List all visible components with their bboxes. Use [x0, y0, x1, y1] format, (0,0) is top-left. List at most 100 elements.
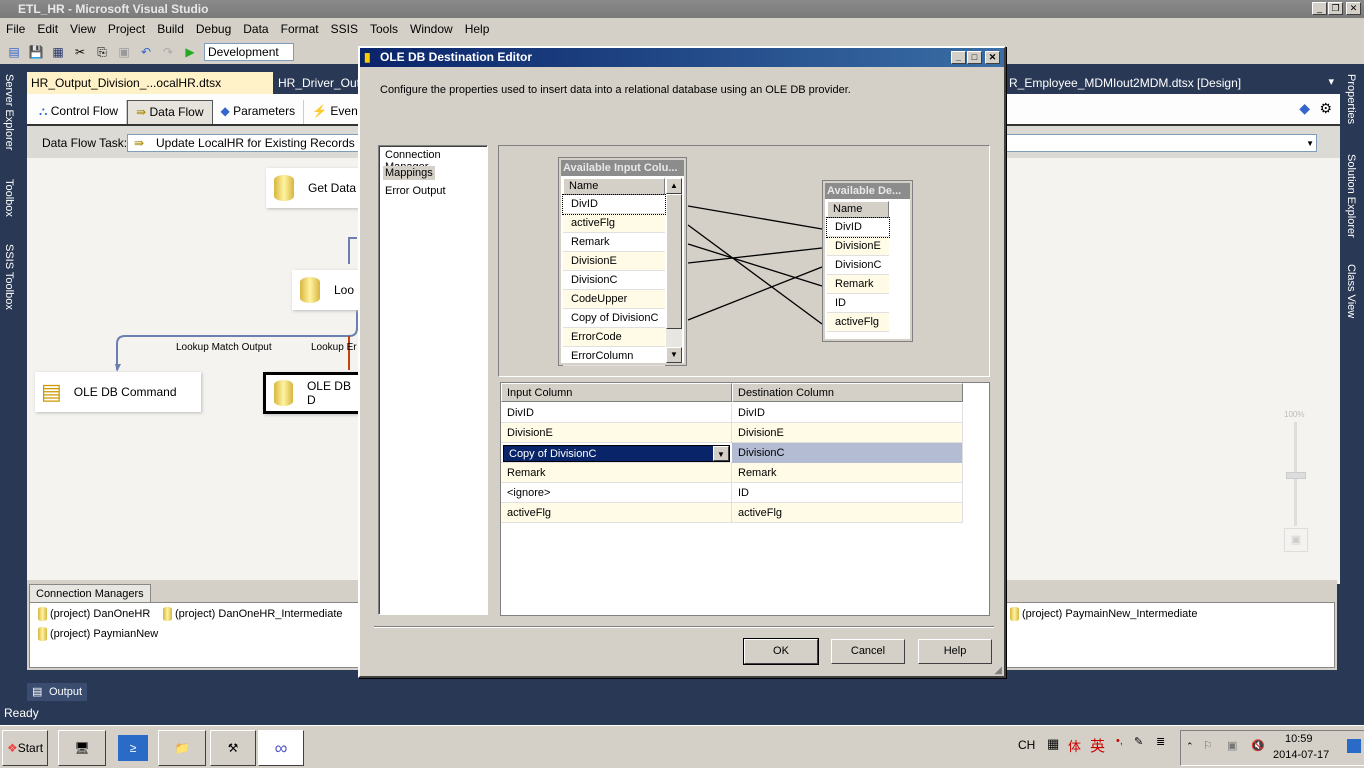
ime-menu-icon[interactable]: ≣: [1156, 735, 1165, 748]
input-column-item[interactable]: DivID: [562, 194, 666, 215]
input-column-cell[interactable]: activeFlg: [501, 503, 732, 523]
undo-icon[interactable]: ↶: [138, 44, 154, 60]
lookup-match-path[interactable]: [116, 303, 358, 370]
menu-window[interactable]: Window: [404, 22, 459, 36]
destination-column-item[interactable]: DivID: [826, 217, 890, 238]
chevron-down-icon[interactable]: ▼: [713, 446, 729, 461]
solution-explorer-tab[interactable]: Solution Explorer: [1345, 154, 1357, 238]
tab-data-flow[interactable]: ⇛ Data Flow: [127, 100, 213, 124]
destination-column-item[interactable]: activeFlg: [827, 313, 889, 332]
tab-parameters[interactable]: ◆ Parameters: [213, 100, 305, 124]
node-ole-db-destination[interactable]: OLE DB D: [263, 372, 363, 414]
destination-column-cell[interactable]: DivisionC: [732, 443, 963, 463]
cancel-button[interactable]: Cancel: [831, 639, 905, 664]
connection-item[interactable]: (project) DanOneHR: [38, 607, 150, 621]
start-icon[interactable]: ▶: [182, 44, 198, 60]
scroll-down-icon[interactable]: ▼: [666, 347, 682, 363]
mapping-row[interactable]: DivID DivID: [501, 403, 963, 423]
server-explorer-tab[interactable]: Server Explorer: [3, 74, 15, 150]
ime-english-toggle[interactable]: 英: [1090, 735, 1105, 756]
minimize-button[interactable]: _: [1312, 2, 1327, 15]
input-column-item[interactable]: DivisionC: [563, 271, 665, 290]
maximize-button[interactable]: ❐: [1328, 2, 1343, 15]
clock-date[interactable]: 2014-07-17: [1273, 749, 1329, 761]
scroll-thumb[interactable]: [666, 194, 682, 329]
network-icon[interactable]: ▣: [1227, 739, 1237, 752]
ok-button[interactable]: OK: [743, 638, 819, 665]
mapping-row[interactable]: <ignore> ID: [501, 483, 963, 503]
ime-settings-icon[interactable]: ✎: [1134, 735, 1143, 748]
show-hidden-icons[interactable]: ⌃: [1186, 741, 1194, 752]
dialog-maximize-button[interactable]: □: [967, 51, 982, 64]
mapping-row[interactable]: Copy of DivisionC ▼ DivisionC: [501, 443, 963, 463]
destination-column-cell[interactable]: DivID: [732, 403, 963, 423]
input-column-item[interactable]: DivisionE: [563, 252, 665, 271]
server-manager-icon[interactable]: 🖥: [58, 730, 106, 766]
doc-tab[interactable]: R_Employee_MDMIout2MDM.dtsx [Design]: [1005, 72, 1265, 94]
input-column-cell[interactable]: <ignore>: [501, 483, 732, 503]
mapping-row[interactable]: DivisionE DivisionE: [501, 423, 963, 443]
zoom-thumb[interactable]: [1286, 472, 1306, 479]
connection-managers-tab[interactable]: Connection Managers: [29, 584, 151, 602]
visual-studio-icon[interactable]: ∞: [258, 730, 304, 766]
action-center-flag-icon[interactable]: ⚐: [1203, 739, 1213, 752]
page-mappings[interactable]: Mappings: [383, 166, 435, 180]
input-column-header[interactable]: Input Column: [501, 383, 732, 402]
destination-column-item[interactable]: DivisionC: [827, 256, 889, 275]
destination-column-header[interactable]: Destination Column: [732, 383, 963, 402]
menu-tools[interactable]: Tools: [364, 22, 404, 36]
destination-column-cell[interactable]: DivisionE: [732, 423, 963, 443]
menu-data[interactable]: Data: [237, 22, 274, 36]
menu-view[interactable]: View: [64, 22, 102, 36]
dest-name-header[interactable]: Name: [827, 201, 889, 218]
menu-format[interactable]: Format: [275, 22, 325, 36]
punctuation-icon[interactable]: •,: [1116, 735, 1123, 747]
destination-column-item[interactable]: DivisionE: [827, 237, 889, 256]
solution-configuration-select[interactable]: Development: [204, 43, 294, 61]
dialog-close-button[interactable]: ✕: [985, 51, 1000, 64]
scroll-up-icon[interactable]: ▲: [666, 178, 682, 194]
chevron-down-icon[interactable]: ▼: [1306, 136, 1314, 152]
explorer-icon[interactable]: 📁: [158, 730, 206, 766]
output-tab[interactable]: ▤ Output: [27, 683, 87, 701]
ssdt-tools-icon[interactable]: ⚒: [210, 730, 256, 766]
tab-control-flow[interactable]: ⛬ Control Flow: [31, 100, 128, 124]
mapping-row[interactable]: activeFlg activeFlg: [501, 503, 963, 523]
menu-debug[interactable]: Debug: [190, 22, 237, 36]
toolbox-config-icon[interactable]: ⚙: [1319, 100, 1332, 117]
destination-column-cell[interactable]: ID: [732, 483, 963, 503]
properties-tab[interactable]: Properties: [1345, 74, 1357, 124]
destination-column-cell[interactable]: activeFlg: [732, 503, 963, 523]
mapping-line[interactable]: [687, 205, 823, 230]
menu-ssis[interactable]: SSIS: [325, 22, 364, 36]
node-lookup[interactable]: Loo: [292, 270, 366, 310]
node-get-data[interactable]: Get Data: [266, 168, 366, 208]
input-column-item[interactable]: ErrorColumn: [563, 347, 665, 366]
destination-column-item[interactable]: ID: [827, 294, 889, 313]
destination-column-cell[interactable]: Remark: [732, 463, 963, 483]
class-view-tab[interactable]: Class View: [1345, 264, 1357, 318]
resize-grip-icon[interactable]: ◢: [994, 665, 1002, 676]
doc-tab[interactable]: HR_Driver_Outp: [274, 72, 367, 94]
save-all-icon[interactable]: ▦: [50, 44, 66, 60]
menu-help[interactable]: Help: [459, 22, 496, 36]
variables-icon[interactable]: ◆: [1299, 100, 1310, 117]
clock-time[interactable]: 10:59: [1285, 733, 1313, 745]
paste-icon[interactable]: ▣: [116, 44, 132, 60]
menu-build[interactable]: Build: [151, 22, 190, 36]
powershell-icon[interactable]: ≥: [118, 735, 148, 761]
redo-icon[interactable]: ↷: [160, 44, 176, 60]
copy-icon[interactable]: ⎘: [94, 44, 110, 60]
input-column-cell[interactable]: Remark: [501, 463, 732, 483]
input-column-item[interactable]: Copy of DivisionC: [563, 309, 665, 328]
dialog-minimize-button[interactable]: _: [951, 51, 966, 64]
input-column-item[interactable]: ErrorCode: [563, 328, 665, 347]
show-desktop-button[interactable]: [1347, 739, 1361, 753]
input-column-item[interactable]: CodeUpper: [563, 290, 665, 309]
input-scrollbar[interactable]: ▲ ▼: [666, 178, 682, 363]
input-column-item[interactable]: activeFlg: [563, 214, 665, 233]
new-project-icon[interactable]: ▤: [6, 44, 22, 60]
toolbox-tab[interactable]: Toolbox: [3, 179, 15, 217]
connection-item[interactable]: (project) DanOneHR_Intermediate: [163, 607, 343, 621]
tab-overflow-icon[interactable]: ▾: [1328, 75, 1334, 88]
